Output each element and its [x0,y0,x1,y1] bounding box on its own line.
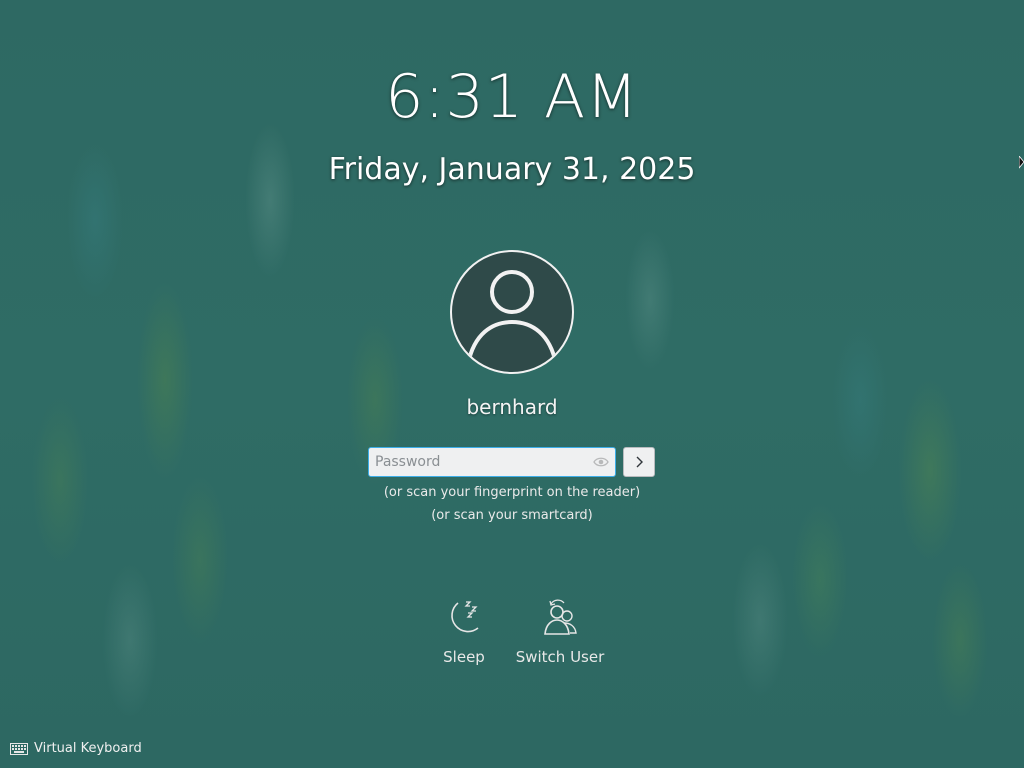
clock-time: 6:31 AM [385,62,639,132]
mouse-cursor-icon [1019,156,1024,169]
virtual-keyboard-label: Virtual Keyboard [34,741,142,756]
switch-user-icon [544,599,577,635]
login-button[interactable] [623,447,655,477]
sleep-button[interactable]: Sleep [414,598,514,666]
sleep-label: Sleep [443,648,485,666]
keyboard-icon [10,742,28,755]
chevron-right-icon [636,456,643,468]
eye-icon[interactable] [593,455,609,469]
switch-user-label: Switch User [515,648,605,666]
smartcard-hint: (or scan your smartcard) [431,508,593,523]
password-input[interactable] [369,448,615,476]
fingerprint-hint: (or scan your fingerprint on the reader) [383,485,641,500]
user-avatar-icon [466,270,558,365]
switch-user-button[interactable]: Switch User [510,598,610,666]
username-label: bernhard [466,395,558,419]
sleep-moon-icon [451,601,479,633]
password-field-container [368,447,616,477]
virtual-keyboard-button[interactable]: Virtual Keyboard [10,741,142,756]
clock-date: Friday, January 31, 2025 [328,152,696,187]
user-avatar[interactable] [450,250,574,374]
